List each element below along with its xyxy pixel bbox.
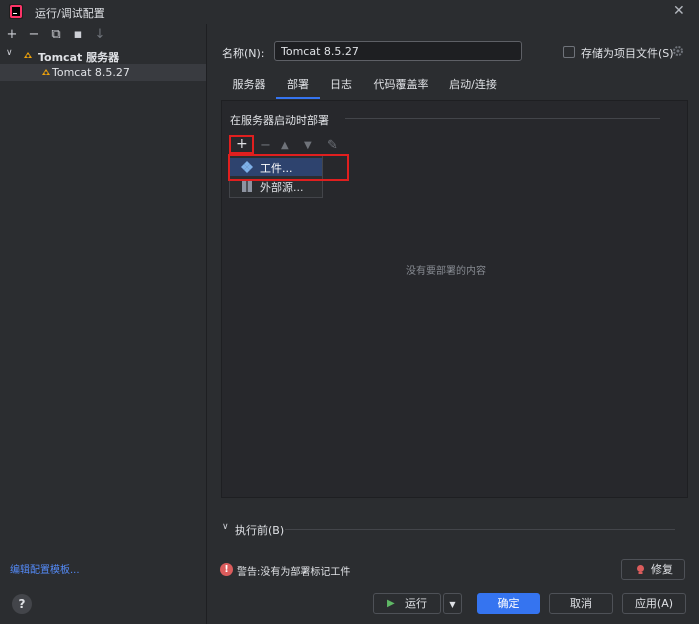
chevron-down-icon[interactable]: ∨: [222, 522, 229, 532]
tomcat-icon: [24, 52, 32, 58]
chevron-down-icon[interactable]: ∨: [6, 48, 13, 58]
chevron-down-icon: ▼: [449, 600, 456, 609]
run-button[interactable]: ▶ 运行: [373, 593, 441, 614]
name-field[interactable]: [274, 41, 522, 61]
tab-deployment[interactable]: 部署: [276, 75, 320, 99]
tomcat-icon: [42, 69, 50, 75]
tab-server[interactable]: 服务器: [222, 75, 276, 99]
run-icon: ▶: [387, 598, 395, 609]
before-launch-label[interactable]: 执行前(B): [235, 522, 284, 538]
error-icon: !: [220, 563, 233, 576]
move-up-icon[interactable]: ▲: [281, 140, 289, 151]
run-dropdown-button[interactable]: ▼: [443, 593, 462, 614]
section-divider: [345, 118, 660, 119]
warning-text: 警告:没有为部署标记工件: [237, 567, 351, 578]
sort-icon[interactable]: ↓: [93, 28, 107, 42]
cancel-button[interactable]: 取消: [549, 593, 613, 614]
apply-button[interactable]: 应用(A): [622, 593, 686, 614]
section-title: 在服务器启动时部署: [230, 114, 329, 127]
ok-button[interactable]: 确定: [477, 593, 540, 614]
empty-state-text: 没有要部署的内容: [406, 266, 486, 277]
highlight-box-artifact: [228, 154, 349, 181]
remove-deployment-icon[interactable]: −: [260, 138, 271, 153]
close-icon[interactable]: ✕: [673, 3, 685, 19]
tree-group-label: Tomcat 服务器: [38, 51, 120, 64]
title-bar: [0, 0, 699, 24]
tree-item-tomcat[interactable]: Tomcat 8.5.27: [0, 64, 206, 81]
edit-icon[interactable]: ✎: [327, 138, 338, 153]
fix-button-label: 修复: [651, 563, 673, 576]
archive-icon: [242, 180, 252, 192]
tree-item-label: Tomcat 8.5.27: [52, 66, 130, 79]
window-title: 运行/调试配置: [35, 7, 105, 20]
lightbulb-icon: [637, 565, 644, 574]
name-label: 名称(N):: [222, 47, 265, 60]
add-icon[interactable]: +: [5, 28, 19, 42]
remove-icon[interactable]: −: [27, 28, 41, 42]
tab-logs[interactable]: 日志: [320, 75, 362, 99]
copy-icon[interactable]: ⧉: [49, 28, 63, 42]
highlight-box-add: [229, 135, 254, 154]
help-button[interactable]: ?: [12, 594, 32, 614]
config-tree-pane: [0, 24, 207, 624]
store-as-project-file-label: 存储为项目文件(S): [581, 47, 674, 60]
app-icon: [9, 4, 23, 19]
menu-item-label: 外部源...: [260, 181, 304, 194]
fix-button[interactable]: 修复: [621, 559, 685, 580]
tab-code-coverage[interactable]: 代码覆盖率: [362, 75, 440, 99]
before-launch-divider: [285, 529, 675, 530]
edit-templates-link[interactable]: 编辑配置模板...: [10, 561, 80, 576]
run-button-label: 运行: [405, 597, 427, 610]
move-down-icon[interactable]: ▼: [304, 140, 312, 151]
tab-startup-connection[interactable]: 启动/连接: [440, 75, 506, 99]
folder-icon[interactable]: ▪: [71, 28, 85, 42]
store-as-project-file-checkbox[interactable]: [563, 46, 575, 58]
gear-icon[interactable]: [672, 45, 684, 57]
tree-group-tomcat[interactable]: ∨ Tomcat 服务器: [0, 47, 206, 64]
